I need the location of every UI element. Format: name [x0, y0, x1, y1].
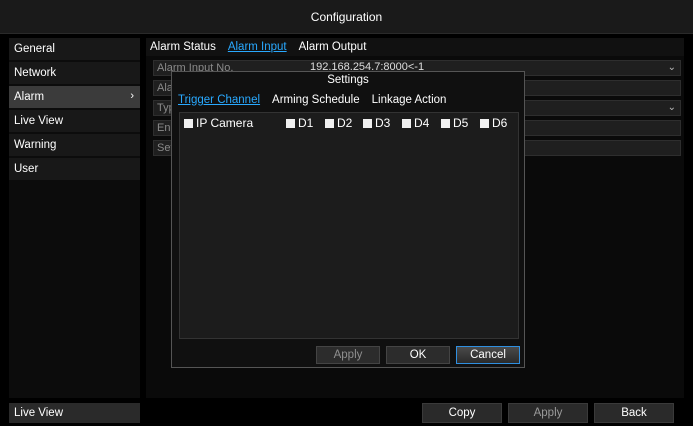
- checkbox-icon: [184, 118, 193, 128]
- tab-linkage-action[interactable]: Linkage Action: [372, 94, 447, 106]
- tab-alarm-input[interactable]: Alarm Input: [228, 41, 287, 53]
- channel-d3-checkbox[interactable]: D3: [363, 116, 390, 130]
- settings-dialog: Settings Trigger Channel Arming Schedule…: [171, 71, 525, 368]
- sidebar-item-label: General: [14, 43, 55, 55]
- dialog-apply-button[interactable]: Apply: [316, 346, 380, 364]
- checkbox-icon: [286, 118, 295, 128]
- channel-d6-checkbox[interactable]: D6: [480, 116, 507, 130]
- ip-camera-label: IP Camera: [196, 116, 254, 130]
- sidebar-item-live-view[interactable]: Live View: [9, 110, 140, 132]
- back-label: Back: [621, 407, 647, 419]
- dialog-apply-label: Apply: [333, 349, 363, 361]
- tab-arming-schedule[interactable]: Arming Schedule: [272, 94, 360, 106]
- channel-label: D4: [414, 116, 430, 130]
- channel-label: D6: [492, 116, 508, 130]
- title-bar: Configuration: [0, 0, 693, 34]
- sidebar-item-label: Live View: [14, 115, 64, 127]
- chevron-down-icon: ⌄: [667, 62, 676, 73]
- chevron-down-icon: ⌄: [667, 102, 676, 113]
- channel-label: D5: [453, 116, 469, 130]
- channel-d5-checkbox[interactable]: D5: [441, 116, 468, 130]
- tab-trigger-channel[interactable]: Trigger Channel: [178, 94, 260, 106]
- apply-button[interactable]: Apply: [508, 403, 588, 423]
- sidebar-item-warning[interactable]: Warning: [9, 134, 140, 156]
- tab-alarm-output[interactable]: Alarm Output: [299, 41, 367, 53]
- checkbox-icon: [402, 118, 411, 128]
- channel-label: D1: [298, 116, 314, 130]
- channel-label: D2: [337, 116, 353, 130]
- channel-d4-checkbox[interactable]: D4: [402, 116, 429, 130]
- copy-button[interactable]: Copy: [422, 403, 502, 423]
- copy-label: Copy: [448, 407, 476, 419]
- live-view-button[interactable]: Live View: [9, 403, 140, 423]
- sidebar: General Network Alarm › Live View Warnin…: [9, 38, 140, 398]
- sidebar-item-network[interactable]: Network: [9, 62, 140, 84]
- main-tabs: Alarm Status Alarm Input Alarm Output: [146, 38, 684, 56]
- sidebar-item-label: Network: [14, 67, 57, 79]
- window-title: Configuration: [310, 9, 383, 24]
- sidebar-item-label: Warning: [14, 139, 57, 151]
- sidebar-item-user[interactable]: User: [9, 158, 140, 180]
- dialog-cancel-button[interactable]: Cancel: [456, 346, 520, 364]
- dialog-tabs: Trigger Channel Arming Schedule Linkage …: [172, 90, 524, 110]
- channel-label: D3: [375, 116, 391, 130]
- checkbox-icon: [441, 118, 450, 128]
- channel-d2-checkbox[interactable]: D2: [325, 116, 352, 130]
- dialog-title: Settings: [172, 72, 524, 88]
- back-button[interactable]: Back: [594, 403, 674, 423]
- sidebar-item-label: Alarm: [14, 91, 45, 103]
- dialog-title-text: Settings: [327, 74, 369, 86]
- dialog-cancel-label: Cancel: [470, 349, 506, 361]
- apply-label: Apply: [533, 407, 563, 419]
- checkbox-icon: [363, 118, 372, 128]
- checkbox-icon: [480, 118, 489, 128]
- chevron-right-icon: ›: [130, 90, 134, 102]
- checkbox-icon: [325, 118, 334, 128]
- ip-camera-checkbox[interactable]: IP Camera: [184, 116, 253, 130]
- dialog-ok-label: OK: [409, 349, 427, 361]
- sidebar-item-alarm[interactable]: Alarm ›: [9, 86, 140, 108]
- trigger-channel-panel: IP Camera D1 D2 D3 D4 D5 D6: [179, 112, 519, 339]
- sidebar-item-label: User: [14, 163, 39, 175]
- sidebar-item-general[interactable]: General: [9, 38, 140, 60]
- dialog-ok-button[interactable]: OK: [386, 346, 450, 364]
- channel-d1-checkbox[interactable]: D1: [286, 116, 313, 130]
- live-view-label: Live View: [14, 407, 64, 419]
- tab-alarm-status[interactable]: Alarm Status: [150, 41, 216, 53]
